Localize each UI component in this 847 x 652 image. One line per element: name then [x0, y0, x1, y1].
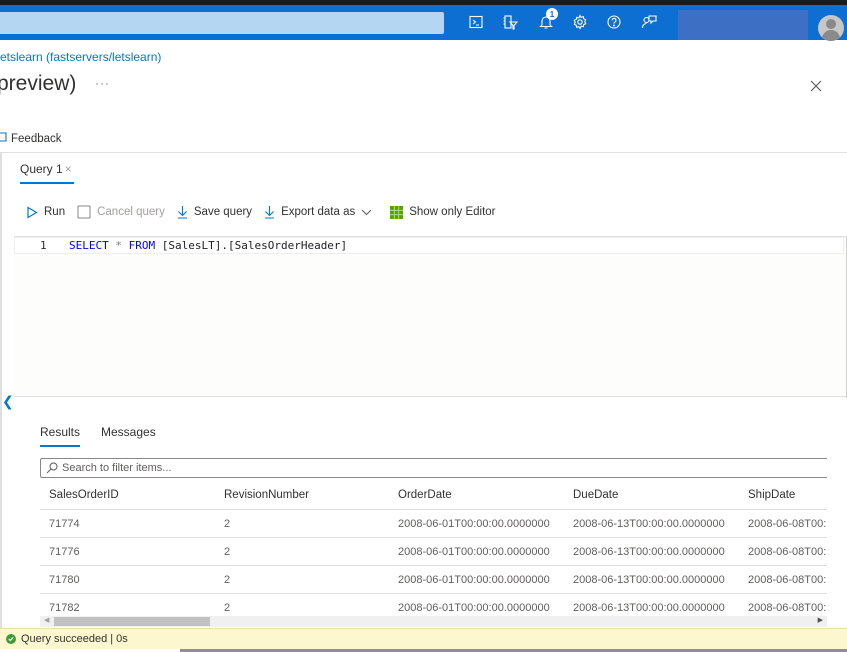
sql-editor[interactable]: 1 SELECT * FROM [SalesLT].[SalesOrderHea…	[14, 236, 847, 398]
export-data-button[interactable]: Export data as	[264, 205, 378, 219]
tab-results[interactable]: Results	[40, 425, 80, 439]
command-bar-divider	[0, 152, 847, 153]
play-icon	[27, 205, 38, 219]
table-row[interactable]: 71780 2 2008-06-01T00:00:00.0000000 2008…	[40, 566, 827, 594]
cell: 2	[224, 574, 231, 586]
query-toolbar: Run Cancel query Save query Export data …	[26, 203, 508, 221]
status-bar: Query succeeded | 0s	[0, 628, 847, 649]
cell: 2	[224, 518, 231, 530]
column-header[interactable]: RevisionNumber	[224, 489, 309, 501]
run-label: Run	[44, 206, 66, 218]
cell: 71774	[49, 518, 80, 530]
cell: 2008-06-08T00:	[748, 518, 827, 530]
scroll-right-icon[interactable]: ▶	[818, 616, 823, 624]
tab-close-icon[interactable]: ×	[65, 162, 72, 176]
scroll-left-icon[interactable]: ◀	[44, 616, 49, 624]
feedback-button[interactable]: Feedback	[0, 131, 62, 147]
cell: 2008-06-08T00:	[748, 602, 827, 614]
show-only-editor-button[interactable]: Show only Editor	[390, 205, 496, 219]
cell: 2008-06-01T00:00:00.0000000	[398, 602, 550, 614]
operator-star: *	[108, 239, 129, 252]
cancel-label: Cancel query	[97, 206, 165, 218]
cell: 2008-06-01T00:00:00.0000000	[398, 518, 550, 530]
line-number: 1	[40, 239, 47, 252]
code-line[interactable]: SELECT * FROM [SalesLT].[SalesOrderHeade…	[69, 239, 347, 252]
cell: 71780	[49, 574, 80, 586]
tab-messages[interactable]: Messages	[101, 425, 156, 439]
table-row[interactable]: 71776 2 2008-06-01T00:00:00.0000000 2008…	[40, 538, 827, 566]
download-icon	[177, 206, 187, 219]
close-icon	[810, 80, 822, 92]
status-text: Query succeeded | 0s	[21, 633, 128, 645]
cell: 2	[224, 546, 231, 558]
help-icon[interactable]	[605, 13, 623, 31]
results-tab-indicator	[40, 445, 80, 447]
tab-label: Query 1	[20, 162, 63, 176]
chevron-down-icon	[361, 209, 372, 216]
table-reference: [SalesLT].[SalesOrderHeader]	[155, 239, 348, 252]
cloud-shell-icon[interactable]	[467, 13, 485, 31]
cell: 2008-06-13T00:00:00.0000000	[573, 574, 725, 586]
cancel-query-button[interactable]: Cancel query	[77, 205, 165, 219]
cell: 2008-06-13T00:00:00.0000000	[573, 518, 725, 530]
cell: 2008-06-01T00:00:00.0000000	[398, 574, 550, 586]
feedback-label: Feedback	[11, 133, 62, 145]
more-options-icon[interactable]: ···	[95, 76, 110, 90]
page-title: preview)	[0, 72, 77, 95]
keyword-select: SELECT	[69, 239, 109, 252]
column-header[interactable]: SalesOrderID	[49, 489, 119, 501]
filter-placeholder: Search to filter items...	[62, 462, 172, 474]
cell: 2	[224, 602, 231, 614]
column-header[interactable]: ShipDate	[748, 489, 827, 501]
left-panel-edge	[0, 153, 2, 628]
cell: 2008-06-08T00:	[748, 574, 827, 586]
notification-badge: 1	[546, 8, 558, 20]
keyword-from: FROM	[128, 239, 156, 252]
scroll-thumb[interactable]	[54, 617, 210, 626]
table-row[interactable]: 71774 2 2008-06-01T00:00:00.0000000 2008…	[40, 510, 827, 538]
breadcrumb[interactable]: etslearn (fastservers/letslearn)	[0, 50, 161, 64]
feedback-person-icon[interactable]	[640, 13, 658, 31]
global-search-input[interactable]	[0, 12, 444, 34]
grid-header-row: SalesOrderID RevisionNumber OrderDate Du…	[40, 481, 827, 510]
active-tab-indicator	[20, 182, 74, 184]
grid-icon	[390, 205, 404, 219]
cell: 2008-06-08T00:	[748, 546, 827, 558]
cell: 71776	[49, 546, 80, 558]
avatar-head	[826, 19, 836, 29]
cell: 2008-06-13T00:00:00.0000000	[573, 602, 725, 614]
account-directory-box[interactable]	[678, 10, 808, 40]
download-icon	[265, 206, 275, 219]
search-icon	[46, 462, 58, 474]
cell: 2008-06-01T00:00:00.0000000	[398, 546, 550, 558]
export-label: Export data as	[281, 206, 356, 218]
save-query-button[interactable]: Save query	[177, 205, 252, 219]
cell: 71782	[49, 602, 80, 614]
results-grid: SalesOrderID RevisionNumber OrderDate Du…	[40, 481, 827, 622]
results-horizontal-scrollbar[interactable]: ◀ ▶	[40, 616, 827, 627]
avatar-body	[822, 30, 840, 41]
filter-search-box[interactable]: Search to filter items...	[40, 458, 827, 478]
stop-icon	[77, 205, 91, 219]
tab-query-1[interactable]: Query 1 ×	[20, 162, 72, 176]
avatar[interactable]	[818, 15, 844, 41]
close-blade-button[interactable]	[808, 78, 824, 94]
directory-filter-icon[interactable]	[501, 13, 519, 31]
show-editor-label: Show only Editor	[409, 206, 496, 218]
column-header[interactable]: OrderDate	[398, 489, 452, 501]
feedback-icon	[0, 132, 7, 142]
column-header[interactable]: DueDate	[573, 489, 618, 501]
portal-top-bar: 1	[0, 5, 847, 41]
notifications-icon[interactable]: 1	[537, 8, 558, 31]
save-label: Save query	[193, 206, 253, 218]
results-tabs: Results Messages	[40, 425, 177, 439]
collapse-panel-icon[interactable]: ❮	[2, 393, 14, 410]
cell: 2008-06-13T00:00:00.0000000	[573, 546, 725, 558]
settings-icon[interactable]	[571, 13, 589, 31]
success-check-icon	[6, 634, 16, 644]
run-button[interactable]: Run	[26, 205, 66, 219]
